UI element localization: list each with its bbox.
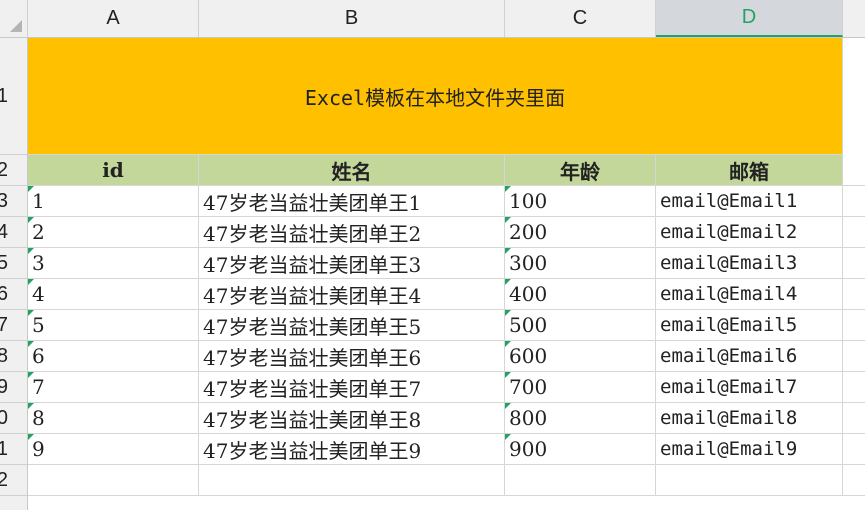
row-header-7[interactable]: 7 bbox=[0, 310, 27, 341]
select-all-icon bbox=[10, 20, 22, 32]
name-cell[interactable]: 47岁老当益壮美团单王7 bbox=[199, 372, 505, 403]
email-cell[interactable]: email@Email6 bbox=[656, 341, 843, 372]
column-header-c[interactable]: C bbox=[505, 0, 656, 37]
spreadsheet: A B C D 1 2 3 4 5 6 7 8 9 10 11 12 Excel… bbox=[0, 0, 865, 510]
table-row: 8 47岁老当益壮美团单王8 800 email@Email8 bbox=[28, 403, 865, 434]
column-header-b[interactable]: B bbox=[199, 0, 505, 37]
id-cell[interactable]: 5 bbox=[28, 310, 199, 341]
id-cell[interactable]: 2 bbox=[28, 217, 199, 248]
header-row: id 姓名 年龄 邮箱 bbox=[28, 155, 865, 186]
column-header-e[interactable] bbox=[843, 0, 865, 37]
name-cell[interactable]: 47岁老当益壮美团单王6 bbox=[199, 341, 505, 372]
table-row: 1 47岁老当益壮美团单王1 100 email@Email1 bbox=[28, 186, 865, 217]
empty-cell[interactable] bbox=[843, 248, 865, 279]
name-cell[interactable]: 47岁老当益壮美团单王3 bbox=[199, 248, 505, 279]
email-cell[interactable]: email@Email7 bbox=[656, 372, 843, 403]
row-header-9[interactable]: 9 bbox=[0, 372, 27, 403]
row-header-12[interactable]: 12 bbox=[0, 465, 27, 496]
table-row: 2 47岁老当益壮美团单王2 200 email@Email2 bbox=[28, 217, 865, 248]
email-cell[interactable]: email@Email8 bbox=[656, 403, 843, 434]
id-cell[interactable]: 1 bbox=[28, 186, 199, 217]
name-cell[interactable]: 47岁老当益壮美团单王2 bbox=[199, 217, 505, 248]
email-cell[interactable]: email@Email9 bbox=[656, 434, 843, 465]
id-cell[interactable]: 4 bbox=[28, 279, 199, 310]
empty-cell[interactable] bbox=[843, 372, 865, 403]
row-header-1[interactable]: 1 bbox=[0, 38, 27, 155]
table-row: 6 47岁老当益壮美团单王6 600 email@Email6 bbox=[28, 341, 865, 372]
row-header-3[interactable]: 3 bbox=[0, 186, 27, 217]
header-cell-email[interactable]: 邮箱 bbox=[656, 155, 843, 186]
column-header-d[interactable]: D bbox=[656, 0, 843, 37]
email-cell[interactable]: email@Email1 bbox=[656, 186, 843, 217]
id-cell[interactable]: 3 bbox=[28, 248, 199, 279]
cell-grid: Excel模板在本地文件夹里面 id 姓名 年龄 邮箱 1 47岁老当益壮美团单… bbox=[28, 38, 865, 510]
table-row: 5 47岁老当益壮美团单王5 500 email@Email5 bbox=[28, 310, 865, 341]
empty-row bbox=[28, 465, 865, 496]
header-cell-id[interactable]: id bbox=[28, 155, 199, 186]
row-header-strip: 1 2 3 4 5 6 7 8 9 10 11 12 bbox=[0, 38, 28, 510]
name-cell[interactable]: 47岁老当益壮美团单王4 bbox=[199, 279, 505, 310]
empty-cell[interactable] bbox=[843, 403, 865, 434]
empty-cell[interactable] bbox=[505, 465, 656, 496]
header-cell-name[interactable]: 姓名 bbox=[199, 155, 505, 186]
empty-cell[interactable] bbox=[843, 279, 865, 310]
email-cell[interactable]: email@Email3 bbox=[656, 248, 843, 279]
age-cell[interactable]: 800 bbox=[505, 403, 656, 434]
email-cell[interactable]: email@Email5 bbox=[656, 310, 843, 341]
age-cell[interactable]: 200 bbox=[505, 217, 656, 248]
select-all-button[interactable] bbox=[0, 0, 28, 37]
column-header-bar: A B C D bbox=[0, 0, 865, 38]
title-merged-cell[interactable]: Excel模板在本地文件夹里面 bbox=[28, 38, 843, 155]
row-header-8[interactable]: 8 bbox=[0, 341, 27, 372]
age-cell[interactable]: 100 bbox=[505, 186, 656, 217]
table-row: 9 47岁老当益壮美团单王9 900 email@Email9 bbox=[28, 434, 865, 465]
row-header-2[interactable]: 2 bbox=[0, 155, 27, 186]
age-cell[interactable]: 500 bbox=[505, 310, 656, 341]
empty-cell[interactable] bbox=[843, 434, 865, 465]
empty-cell[interactable] bbox=[843, 465, 865, 496]
table-row: 3 47岁老当益壮美团单王3 300 email@Email3 bbox=[28, 248, 865, 279]
empty-cell[interactable] bbox=[843, 186, 865, 217]
empty-cell[interactable] bbox=[656, 465, 843, 496]
table-row: 7 47岁老当益壮美团单王7 700 email@Email7 bbox=[28, 372, 865, 403]
row-header-6[interactable]: 6 bbox=[0, 279, 27, 310]
id-cell[interactable]: 9 bbox=[28, 434, 199, 465]
age-cell[interactable]: 400 bbox=[505, 279, 656, 310]
row-header-11[interactable]: 11 bbox=[0, 434, 27, 465]
email-cell[interactable]: email@Email4 bbox=[656, 279, 843, 310]
header-cell-age[interactable]: 年龄 bbox=[505, 155, 656, 186]
row-header-4[interactable]: 4 bbox=[0, 217, 27, 248]
empty-cell[interactable] bbox=[843, 155, 865, 186]
id-cell[interactable]: 6 bbox=[28, 341, 199, 372]
empty-cell[interactable] bbox=[843, 341, 865, 372]
name-cell[interactable]: 47岁老当益壮美团单王8 bbox=[199, 403, 505, 434]
name-cell[interactable]: 47岁老当益壮美团单王1 bbox=[199, 186, 505, 217]
name-cell[interactable]: 47岁老当益壮美团单王9 bbox=[199, 434, 505, 465]
row-header-10[interactable]: 10 bbox=[0, 403, 27, 434]
age-cell[interactable]: 700 bbox=[505, 372, 656, 403]
id-cell[interactable]: 7 bbox=[28, 372, 199, 403]
empty-cell[interactable] bbox=[199, 465, 505, 496]
email-cell[interactable]: email@Email2 bbox=[656, 217, 843, 248]
id-cell[interactable]: 8 bbox=[28, 403, 199, 434]
age-cell[interactable]: 900 bbox=[505, 434, 656, 465]
table-row: 4 47岁老当益壮美团单王4 400 email@Email4 bbox=[28, 279, 865, 310]
age-cell[interactable]: 600 bbox=[505, 341, 656, 372]
empty-cell[interactable] bbox=[843, 310, 865, 341]
name-cell[interactable]: 47岁老当益壮美团单王5 bbox=[199, 310, 505, 341]
empty-cell[interactable] bbox=[28, 465, 199, 496]
empty-cell[interactable] bbox=[843, 217, 865, 248]
row-header-5[interactable]: 5 bbox=[0, 248, 27, 279]
column-header-a[interactable]: A bbox=[28, 0, 199, 37]
age-cell[interactable]: 300 bbox=[505, 248, 656, 279]
